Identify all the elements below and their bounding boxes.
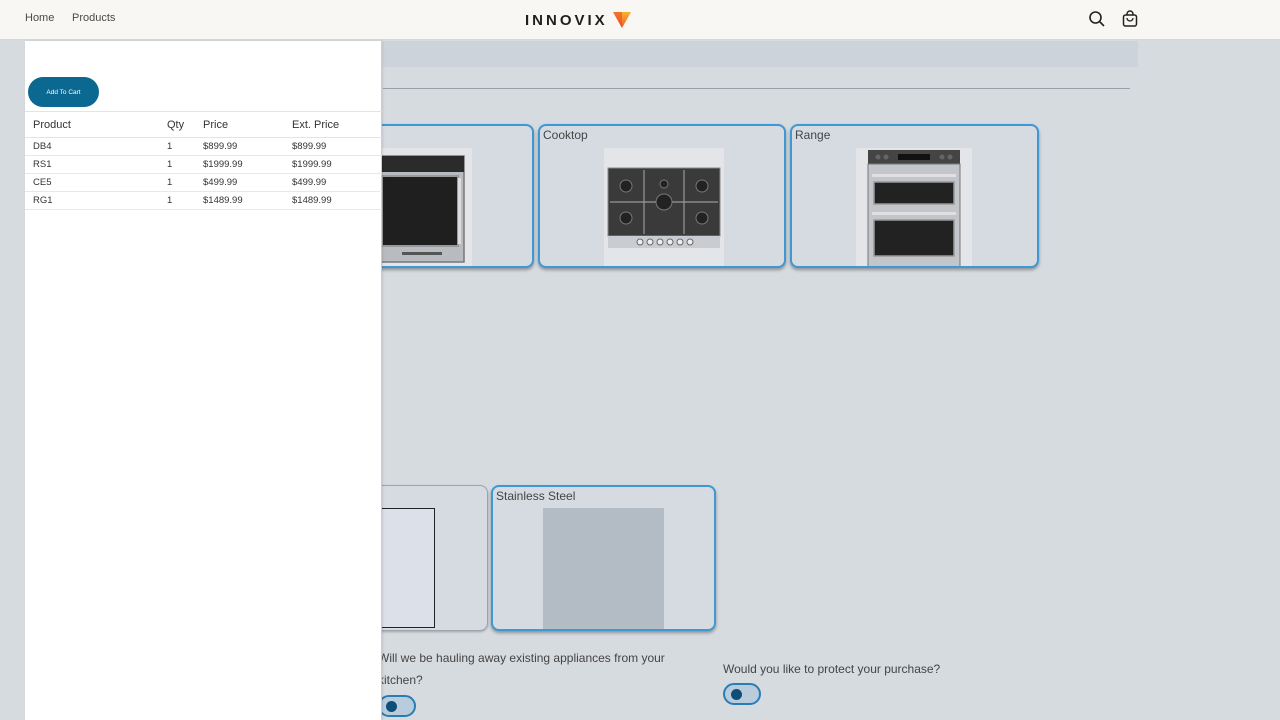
table-row: CE5 1 $499.99 $499.99 (25, 173, 382, 192)
table-row: RG1 1 $1489.99 $1489.99 (25, 191, 382, 210)
column-header-product: Product (25, 111, 167, 138)
cooktop-image (604, 148, 724, 266)
cell-product: RG1 (25, 191, 167, 210)
product-card-label: Cooktop (543, 128, 588, 142)
site-header: Home Products INNOVIX (0, 0, 1280, 40)
cell-ext-price: $499.99 (292, 173, 382, 192)
cell-ext-price: $1999.99 (292, 155, 382, 174)
table-row: DB4 1 $899.99 $899.99 (25, 137, 382, 156)
cell-qty: 1 (167, 137, 203, 156)
haul-away-toggle[interactable] (378, 695, 416, 717)
cell-ext-price: $899.99 (292, 137, 382, 156)
column-header-price: Price (203, 111, 292, 138)
announcement-banner (383, 41, 1138, 67)
cell-price: $1999.99 (203, 155, 292, 174)
cell-qty: 1 (167, 191, 203, 210)
cell-price: $499.99 (203, 173, 292, 192)
toggle-knob (731, 689, 742, 700)
cell-product: DB4 (25, 137, 167, 156)
nav-products-link[interactable]: Products (72, 12, 115, 24)
cell-price: $1489.99 (203, 191, 292, 210)
nav-home-link[interactable]: Home (25, 12, 54, 24)
cart-table-header: Product Qty Price Ext. Price (25, 111, 382, 138)
cell-product: CE5 (25, 173, 167, 192)
column-header-ext-price: Ext. Price (292, 111, 382, 138)
cell-qty: 1 (167, 173, 203, 192)
range-image (856, 148, 972, 266)
cell-qty: 1 (167, 155, 203, 174)
site-logo[interactable]: INNOVIX (525, 10, 631, 30)
finish-card-stainless-steel[interactable]: Stainless Steel (491, 485, 716, 631)
cell-product: RS1 (25, 155, 167, 174)
toggle-knob (386, 701, 397, 712)
add-to-cart-button[interactable]: Add To Cart (28, 77, 99, 107)
table-row: RS1 1 $1999.99 $1999.99 (25, 155, 382, 174)
wall-oven-image (372, 148, 472, 266)
protection-toggle[interactable] (723, 683, 761, 705)
cart-icon[interactable] (1121, 10, 1139, 28)
haul-away-question-line1: Will we be hauling away existing applian… (378, 651, 665, 665)
cart-table: Product Qty Price Ext. Price DB4 1 $899.… (25, 111, 382, 210)
product-card-range[interactable]: Range (790, 124, 1039, 268)
finish-card-label: Stainless Steel (496, 489, 576, 503)
product-card-label: Range (795, 128, 831, 142)
cart-panel: Add To Cart Product Qty Price Ext. Price… (25, 41, 382, 720)
product-card-cooktop[interactable]: Cooktop (538, 124, 786, 268)
finish-swatch-stainless (543, 508, 664, 629)
haul-away-question-line2: kitchen? (378, 673, 423, 687)
logo-triangle-icon (612, 12, 631, 28)
cell-price: $899.99 (203, 137, 292, 156)
haul-away-question: Will we be hauling away existing applian… (378, 647, 698, 691)
protection-question: Would you like to protect your purchase? (723, 658, 1023, 680)
protection-question-text: Would you like to protect your purchase? (723, 662, 941, 676)
column-header-qty: Qty (167, 111, 203, 138)
search-icon[interactable] (1088, 10, 1106, 28)
section-divider (383, 88, 1130, 89)
cell-ext-price: $1489.99 (292, 191, 382, 210)
logo-text: INNOVIX (525, 11, 608, 29)
